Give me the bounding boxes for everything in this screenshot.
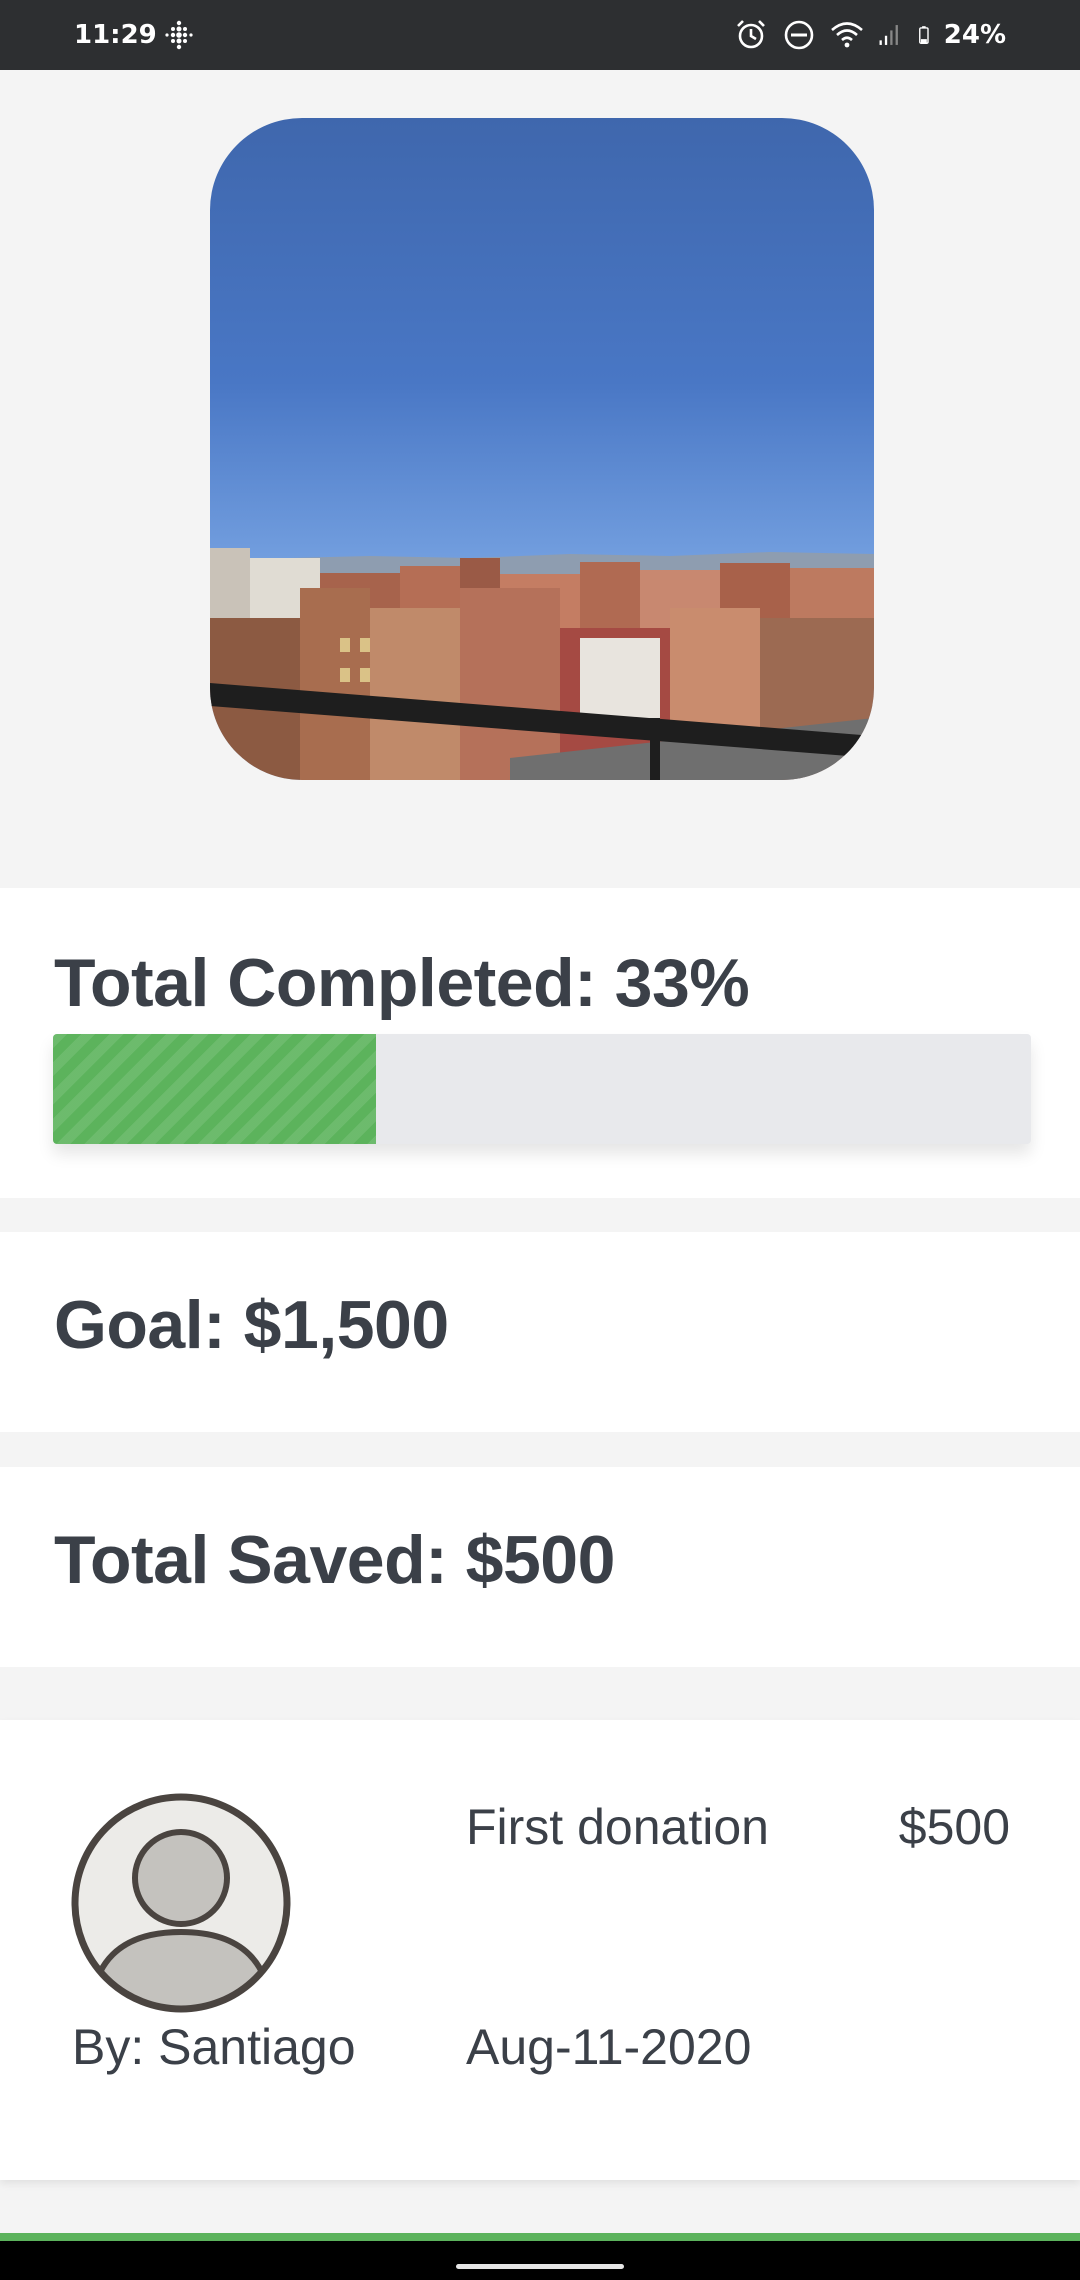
donation-date: Aug-11-2020: [466, 2019, 752, 2075]
total-completed-label: Total Completed: 33%: [54, 945, 750, 1021]
progress-card: Total Completed: 33%: [0, 888, 1080, 1198]
bottom-accent-bar: [0, 2233, 1080, 2241]
status-bar: 11:29 24%: [0, 0, 1080, 70]
system-navigation-bar: [0, 2241, 1080, 2280]
goal-amount: Goal: $1,500: [54, 1287, 449, 1363]
progress-bar: [53, 1034, 1031, 1144]
donor-name: By: Santiago: [72, 2019, 356, 2075]
progress-bar-fill: [53, 1034, 376, 1144]
do-not-disturb-icon: [784, 20, 814, 50]
donation-amount: $500: [898, 1799, 1010, 1855]
wifi-icon: [830, 22, 863, 48]
alarm-icon: [736, 20, 765, 49]
battery-icon: [918, 26, 929, 44]
goal-card: Goal: $1,500: [0, 1232, 1080, 1432]
status-time: 11:29: [74, 20, 157, 50]
user-avatar-icon: [71, 1793, 291, 2013]
donation-label: First donation: [466, 1799, 769, 1855]
goal-cover-image: [210, 118, 874, 780]
total-saved-amount: Total Saved: $500: [54, 1522, 615, 1598]
battery-percent: 24%: [943, 20, 1006, 50]
fitbit-icon: [165, 20, 193, 50]
signal-icon: [879, 25, 898, 45]
donation-list-item[interactable]: By: Santiago First donation $500 Aug-11-…: [0, 1720, 1080, 2180]
home-gesture-handle[interactable]: [456, 2264, 624, 2269]
saved-card: Total Saved: $500: [0, 1467, 1080, 1667]
